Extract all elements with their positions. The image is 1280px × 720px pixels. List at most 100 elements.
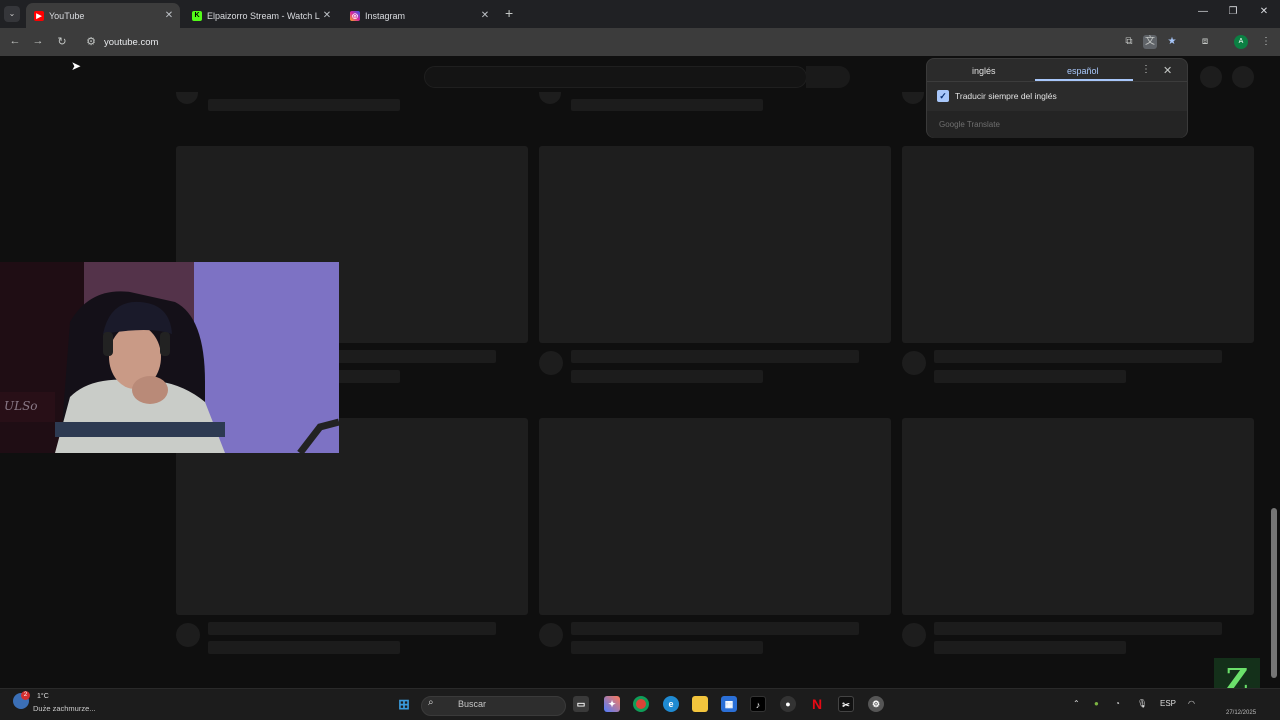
translate-popup: inglés español ⋮ ✕ ✓ Traducir siempre de… [926, 58, 1188, 138]
tab-title: Instagram [365, 10, 406, 21]
subtitle-skeleton [934, 370, 1126, 383]
input-language[interactable]: ESP [1160, 699, 1176, 708]
streamer-webcam-image: ULSo [0, 262, 339, 453]
channel-avatar-skeleton [902, 92, 924, 104]
site-info-icon[interactable]: ⚙ [84, 35, 98, 48]
weather-temperature: 1°C [37, 693, 49, 700]
channel-avatar-skeleton [176, 623, 200, 647]
windows-start-icon[interactable]: ⊞ [396, 696, 412, 712]
channel-avatar-skeleton [902, 351, 926, 375]
translate-icon[interactable]: 文 [1143, 35, 1157, 49]
tab-youtube[interactable]: ▶ YouTube ✕ [26, 3, 180, 28]
url-text[interactable]: youtube.com [104, 37, 158, 48]
tab-search-button[interactable]: ⌄ [4, 6, 20, 22]
google-translate-brand: Google Translate [939, 120, 1000, 129]
new-tab-button[interactable]: + [505, 6, 513, 20]
tab-title: Elpaizorro Stream - Watch Live [207, 10, 320, 21]
search-bar-skeleton [424, 66, 807, 88]
always-translate-label[interactable]: Traducir siempre del inglés [955, 91, 1057, 101]
bookmark-star-icon[interactable]: ★ [1165, 35, 1179, 49]
channel-avatar-skeleton [539, 351, 563, 375]
capcut-icon[interactable]: ✂ [838, 696, 854, 712]
translate-footer: Google Translate [927, 111, 1187, 138]
extensions-icon[interactable]: ⧈ [1198, 35, 1212, 49]
forward-icon[interactable]: → [31, 35, 45, 47]
chevron-down-icon: ⌄ [8, 9, 16, 18]
title-skeleton [934, 622, 1222, 635]
settings-icon[interactable]: ⚙ [868, 696, 884, 712]
kick-favicon-icon: K [192, 10, 202, 21]
channel-avatar-skeleton [176, 92, 198, 104]
close-tab-icon[interactable]: ✕ [162, 10, 176, 21]
app-icon[interactable]: ● [780, 696, 796, 712]
microphone-icon[interactable]: 🎙 [1137, 699, 1147, 708]
title-skeleton [571, 99, 763, 111]
weather-description: Duże zachmurze... [33, 704, 96, 713]
title-skeleton [934, 350, 1222, 363]
maximize-button[interactable]: ❐ [1226, 6, 1240, 17]
subtitle-skeleton [571, 370, 763, 383]
wifi-icon[interactable]: ◠ [1188, 699, 1195, 708]
tab-kick-stream[interactable]: K Elpaizorro Stream - Watch Live ✕ [184, 3, 338, 28]
profile-avatar[interactable]: A [1234, 35, 1248, 49]
video-thumbnail-skeleton [539, 146, 891, 343]
tab-instagram[interactable]: ◎ Instagram ✕ [342, 3, 496, 28]
date-text[interactable]: 27/12/2025 [1226, 710, 1256, 716]
browser-toolbar: ← → ↻ ⚙ [0, 28, 1280, 56]
webcam-overlay: ULSo [0, 262, 339, 453]
title-skeleton [208, 99, 400, 111]
taskbar-search-box[interactable] [421, 696, 566, 716]
store-icon[interactable]: ▦ [721, 696, 737, 712]
source-language-tab[interactable]: inglés [972, 66, 996, 76]
subtitle-skeleton [934, 641, 1126, 654]
always-translate-checkbox[interactable]: ✓ [937, 90, 949, 102]
chrome-icon[interactable] [633, 696, 649, 712]
channel-avatar-skeleton [902, 623, 926, 647]
copilot-icon[interactable]: ✦ [604, 696, 620, 712]
active-tab-indicator [1035, 79, 1133, 81]
mouse-cursor-icon: ➤ [71, 59, 82, 73]
minimize-button[interactable]: — [1196, 6, 1210, 17]
tiktok-icon[interactable]: ♪ [750, 696, 766, 712]
edge-icon[interactable]: e [663, 696, 679, 712]
title-skeleton [571, 622, 859, 635]
avatar-skeleton [1232, 66, 1254, 88]
video-thumbnail-skeleton [902, 146, 1254, 343]
title-skeleton [208, 622, 496, 635]
tab-title: YouTube [49, 10, 85, 21]
back-icon[interactable]: ← [8, 35, 22, 47]
file-explorer-icon[interactable] [692, 696, 708, 712]
network-icon[interactable]: ◔ [1115, 699, 1120, 708]
install-app-icon[interactable]: ⧉ [1122, 35, 1136, 49]
video-thumbnail-skeleton [902, 418, 1254, 615]
notification-badge: 2 [21, 691, 30, 700]
address-bar[interactable] [80, 30, 1150, 54]
close-window-button[interactable]: ✕ [1257, 6, 1271, 17]
subtitle-skeleton [208, 641, 400, 654]
instagram-favicon-icon: ◎ [350, 10, 360, 21]
tab-divider [927, 81, 1187, 82]
close-icon[interactable]: ✕ [1163, 64, 1172, 77]
search-button-skeleton [806, 66, 850, 88]
tray-overflow-icon[interactable]: ⌃ [1073, 699, 1080, 708]
close-tab-icon[interactable]: ✕ [478, 10, 492, 21]
tab-strip: ⌄ ▶ YouTube ✕ K Elpaizorro Stream - Watc… [0, 0, 1280, 28]
more-options-icon[interactable]: ⋮ [1141, 64, 1151, 75]
channel-avatar-skeleton [539, 623, 563, 647]
scrollbar-thumb[interactable] [1271, 508, 1277, 678]
close-tab-icon[interactable]: ✕ [320, 10, 334, 21]
search-icon: ⌕ [428, 697, 434, 708]
svg-text:ULSo: ULSo [4, 399, 38, 413]
youtube-favicon-icon: ▶ [34, 10, 44, 21]
netflix-icon[interactable]: N [809, 696, 825, 712]
channel-avatar-skeleton [539, 92, 561, 104]
taskbar-search-placeholder[interactable]: Buscar [458, 699, 486, 709]
target-language-tab[interactable]: español [1067, 66, 1099, 76]
header-icon-skeleton [1200, 66, 1222, 88]
tray-app-icon[interactable]: ● [1094, 699, 1099, 708]
browser-menu-icon[interactable]: ⋮ [1259, 35, 1273, 49]
reload-icon[interactable]: ↻ [55, 35, 69, 48]
video-thumbnail-skeleton [539, 418, 891, 615]
task-view-icon[interactable]: ▭ [573, 696, 589, 712]
subtitle-skeleton [571, 641, 763, 654]
